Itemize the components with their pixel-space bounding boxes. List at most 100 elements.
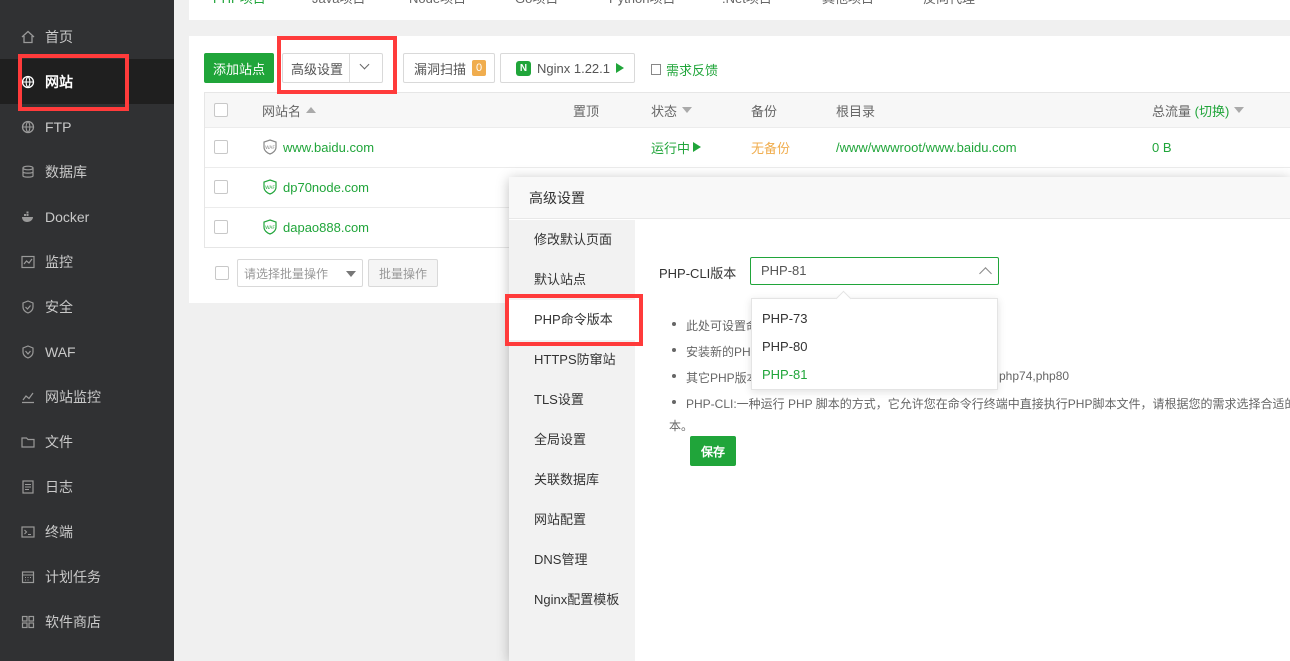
- tab-java[interactable]: Java项目: [312, 0, 365, 20]
- terminal-icon: [21, 525, 35, 539]
- traffic-value: 0 B: [1152, 139, 1172, 155]
- sidebar-item-label: 终端: [45, 523, 73, 540]
- sidebar-item-logs[interactable]: 日志: [0, 464, 174, 509]
- tab-php[interactable]: PHP项目: [213, 0, 266, 20]
- note-text: php74,php80: [999, 369, 1070, 383]
- sidebar-item-label: Docker: [45, 208, 90, 225]
- col-traffic[interactable]: 总流量 (切换): [1152, 93, 1245, 127]
- menu-item-db[interactable]: 关联数据库: [509, 460, 635, 500]
- col-top: 置顶: [573, 103, 600, 119]
- menu-item-site-config[interactable]: 网站配置: [509, 500, 635, 540]
- sidebar-item-ftp[interactable]: FTP: [0, 104, 174, 149]
- menu-item-php-cli[interactable]: PHP命令版本: [509, 300, 635, 340]
- tab-go[interactable]: Go项目: [515, 0, 558, 20]
- sidebar-item-terminal[interactable]: 终端: [0, 509, 174, 554]
- globe-icon: [21, 75, 35, 89]
- sidebar-item-waf[interactable]: WAF: [0, 329, 174, 374]
- nginx-button[interactable]: N Nginx 1.22.1: [500, 53, 635, 83]
- batch-select-dropdown[interactable]: 请选择批量操作: [237, 259, 363, 287]
- site-name-link[interactable]: WAF www.baidu.com: [262, 127, 374, 167]
- sidebar-item-label: 网站: [45, 73, 73, 90]
- col-site-name[interactable]: 网站名: [262, 93, 317, 127]
- save-button[interactable]: 保存: [690, 436, 736, 466]
- waf-shield-icon: WAF: [263, 219, 277, 235]
- batch-select-checkbox[interactable]: [215, 266, 229, 280]
- vuln-count-badge: 0: [472, 60, 487, 76]
- sidebar-item-files[interactable]: 文件: [0, 419, 174, 464]
- row-checkbox[interactable]: [214, 180, 228, 194]
- menu-item-global[interactable]: 全局设置: [509, 420, 635, 460]
- sidebar-item-cron[interactable]: 计划任务: [0, 554, 174, 599]
- sort-down-icon: [682, 107, 693, 113]
- shield-icon: [21, 299, 35, 314]
- menu-item-default-site[interactable]: 默认站点: [509, 260, 635, 300]
- php-cli-select[interactable]: PHP-81: [750, 257, 999, 285]
- select-all-checkbox[interactable]: [214, 103, 228, 117]
- root-dir-link[interactable]: /www/wwwroot/www.baidu.com: [836, 127, 1017, 167]
- menu-item-dns[interactable]: DNS管理: [509, 540, 635, 580]
- col-status[interactable]: 状态: [651, 93, 693, 127]
- add-site-button[interactable]: 添加站点: [204, 53, 274, 83]
- menu-item-nginx-template[interactable]: Nginx配置模板: [509, 580, 635, 620]
- sidebar-item-label: 软件商店: [45, 613, 101, 630]
- chart-icon: [21, 390, 35, 404]
- row-checkbox[interactable]: [214, 140, 228, 154]
- traffic-toggle-link[interactable]: (切换): [1195, 101, 1230, 120]
- nginx-icon: N: [516, 60, 531, 76]
- row-checkbox[interactable]: [214, 220, 228, 234]
- sidebar-item-label: 日志: [45, 478, 73, 495]
- php-option-selected[interactable]: PHP-81: [762, 367, 808, 382]
- sidebar-item-monitor[interactable]: 监控: [0, 239, 174, 284]
- docker-icon: [21, 210, 35, 224]
- sidebar-item-home[interactable]: 首页: [0, 14, 174, 59]
- tab-dotnet[interactable]: .Net项目: [722, 0, 772, 20]
- monitor-icon: [21, 255, 35, 269]
- tab-python[interactable]: Python项目: [609, 0, 675, 20]
- vuln-scan-button[interactable]: 漏洞扫描 0: [403, 53, 495, 83]
- play-icon: [693, 142, 702, 152]
- php-version-dropdown: PHP-73 PHP-80 PHP-81: [751, 290, 998, 390]
- menu-item-https-guard[interactable]: HTTPS防窜站: [509, 340, 635, 380]
- sidebar: 首页 网站 FTP 数据库 Docker 监控 安全 WAF 网站监控 文件 日…: [0, 0, 174, 661]
- php-cli-label: PHP-CLI版本: [659, 266, 737, 281]
- sidebar-item-website[interactable]: 网站: [0, 59, 174, 104]
- waf-shield-icon: WAF: [263, 179, 277, 195]
- php-option[interactable]: PHP-80: [762, 339, 808, 354]
- sidebar-item-security[interactable]: 安全: [0, 284, 174, 329]
- col-root: 根目录: [836, 103, 876, 119]
- php-option[interactable]: PHP-73: [762, 311, 808, 326]
- folder-icon: [21, 435, 35, 449]
- backup-link[interactable]: 无备份: [751, 127, 790, 167]
- home-icon: [21, 30, 35, 44]
- chevron-up-icon: [979, 267, 992, 280]
- svg-text:WAF: WAF: [265, 145, 275, 151]
- feedback-link[interactable]: 需求反馈: [651, 60, 718, 79]
- sidebar-item-label: FTP: [45, 118, 72, 135]
- sidebar-item-docker[interactable]: Docker: [0, 194, 174, 239]
- caret-down-icon: [346, 271, 356, 277]
- database-icon: [21, 165, 35, 179]
- tab-other[interactable]: 其他项目: [822, 0, 874, 20]
- globe-icon: [21, 120, 35, 134]
- tab-reverse-proxy[interactable]: 反向代理: [923, 0, 975, 20]
- site-name-link[interactable]: WAF dp70node.com: [262, 167, 369, 207]
- waf-shield-icon: WAF: [263, 139, 277, 155]
- batch-action-button[interactable]: 批量操作: [368, 259, 438, 287]
- menu-item-tls[interactable]: TLS设置: [509, 380, 635, 420]
- advanced-settings-label: 高级设置: [291, 61, 344, 77]
- advanced-settings-button[interactable]: 高级设置: [282, 53, 383, 83]
- sort-up-icon: [306, 107, 317, 113]
- advanced-settings-dialog: 高级设置 修改默认页面 默认站点 PHP命令版本 HTTPS防窜站 TLS设置 …: [509, 177, 1290, 661]
- note-text: 此处可设置命: [686, 319, 759, 333]
- menu-item-default-page[interactable]: 修改默认页面: [509, 220, 635, 260]
- sidebar-item-store[interactable]: 软件商店: [0, 599, 174, 644]
- sidebar-item-site-monitor[interactable]: 网站监控: [0, 374, 174, 419]
- tab-node[interactable]: Node项目: [409, 0, 466, 20]
- sidebar-item-database[interactable]: 数据库: [0, 149, 174, 194]
- note-text: PHP-CLI:一种运行 PHP 脚本的方式，它允许您在命令行终端中直接执行PH…: [686, 397, 1290, 411]
- sidebar-item-label: 文件: [45, 433, 73, 450]
- site-name-link[interactable]: WAF dapao888.com: [262, 207, 369, 247]
- sidebar-item-label: 网站监控: [45, 388, 101, 405]
- status-running[interactable]: 运行中: [651, 127, 702, 167]
- sidebar-item-label: 计划任务: [45, 568, 101, 585]
